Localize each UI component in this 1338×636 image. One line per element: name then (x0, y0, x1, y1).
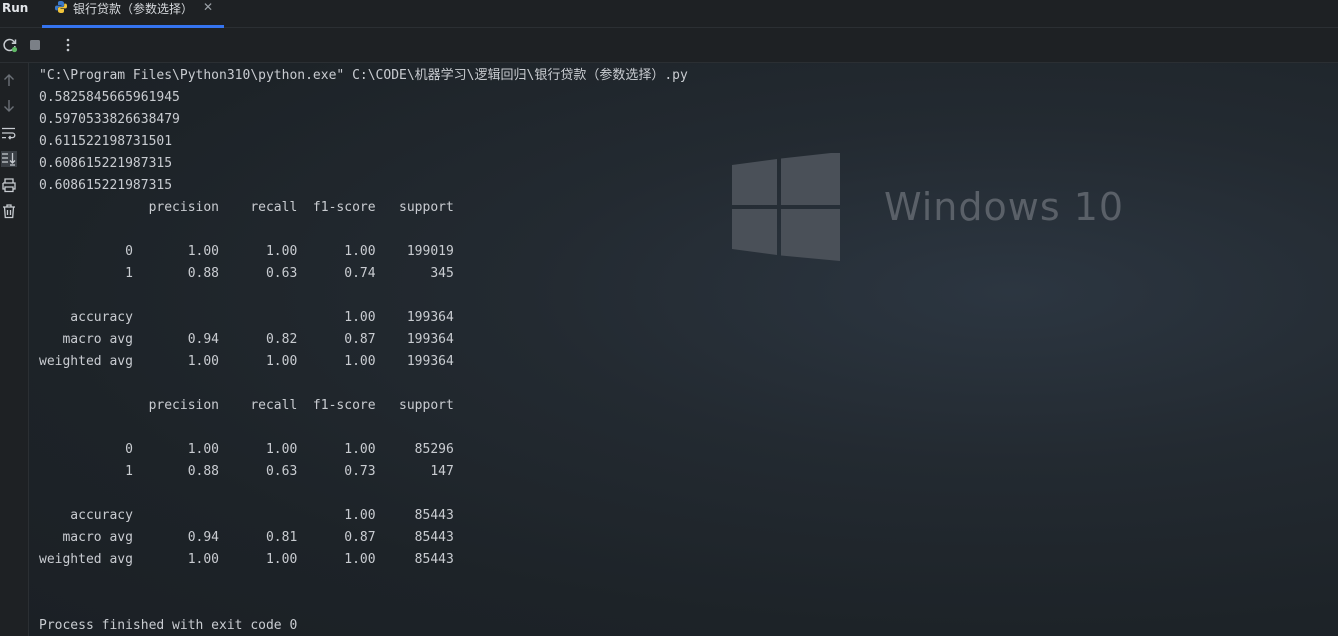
console-output: "C:\Program Files\Python310\python.exe" … (39, 65, 688, 636)
soft-wrap-icon[interactable] (1, 125, 17, 141)
windows-watermark-text: Windows 10 (884, 185, 1125, 229)
console-line: 1 0.88 0.63 0.73 147 (39, 464, 454, 479)
print-icon[interactable] (1, 177, 17, 193)
console-line: 0.611522198731501 (39, 134, 173, 149)
run-tool-window-header: Run 银行贷款（参数选择） ✕ (0, 0, 1338, 28)
windows-logo-watermark (732, 153, 840, 261)
console-line: weighted avg 1.00 1.00 1.00 85443 (39, 552, 454, 567)
console-line: precision recall f1-score support (39, 398, 454, 413)
stop-icon[interactable] (27, 37, 43, 53)
console-line: weighted avg 1.00 1.00 1.00 199364 (39, 354, 454, 369)
console-line: precision recall f1-score support (39, 200, 454, 215)
rerun-icon[interactable] (2, 37, 18, 53)
tab-title: 银行贷款（参数选择） (73, 2, 194, 16)
console-line: accuracy 1.00 85443 (39, 508, 454, 523)
more-options-icon[interactable] (60, 37, 76, 53)
console-line: 0.608615221987315 (39, 156, 173, 171)
console-output-area[interactable]: Windows 10 "C:\Program Files\Python310\p… (29, 63, 1338, 636)
console-line: 0.5970533826638479 (39, 112, 180, 127)
console-side-toolbar (0, 63, 29, 636)
console-line: accuracy 1.00 199364 (39, 310, 454, 325)
arrow-up-icon[interactable] (1, 72, 17, 88)
run-panel-title: Run (2, 1, 29, 15)
python-file-icon (55, 1, 67, 13)
console-line: 0 1.00 1.00 1.00 85296 (39, 442, 454, 457)
console-line: 0.608615221987315 (39, 178, 173, 193)
arrow-down-icon[interactable] (1, 98, 17, 114)
trash-icon[interactable] (1, 203, 17, 219)
console-line: Process finished with exit code 0 (39, 618, 298, 633)
scroll-to-end-icon[interactable] (1, 151, 17, 167)
console-line: 1 0.88 0.63 0.74 345 (39, 266, 454, 281)
console-line: macro avg 0.94 0.82 0.87 199364 (39, 332, 454, 347)
console-line: macro avg 0.94 0.81 0.87 85443 (39, 530, 454, 545)
console-line: 0 1.00 1.00 1.00 199019 (39, 244, 454, 259)
close-tab-icon[interactable]: ✕ (203, 0, 213, 14)
run-toolbar (0, 28, 1338, 63)
tab-bank-loan-run[interactable]: 银行贷款（参数选择） ✕ (42, 0, 224, 28)
console-line: "C:\Program Files\Python310\python.exe" … (39, 68, 688, 83)
console-line: 0.5825845665961945 (39, 90, 180, 105)
